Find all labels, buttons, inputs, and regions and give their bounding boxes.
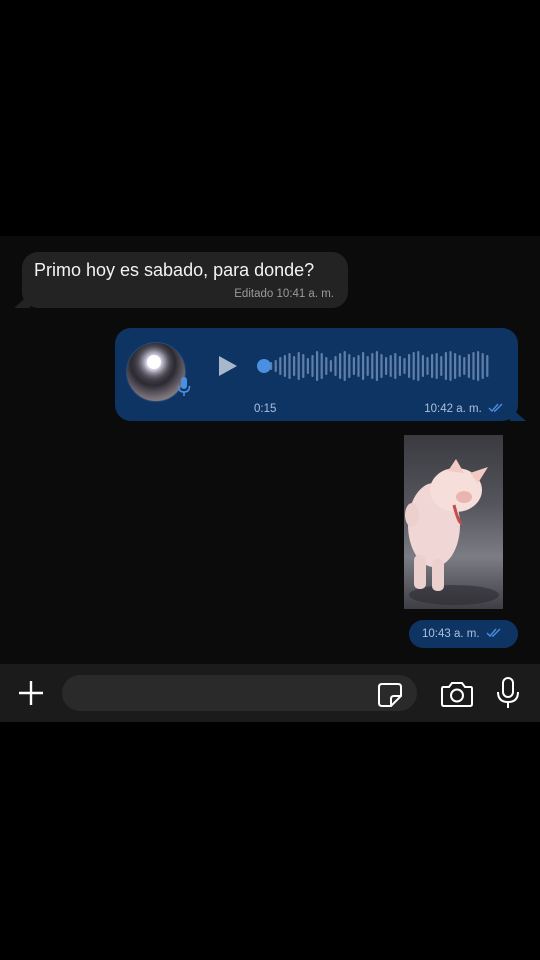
waveform-bar	[293, 356, 296, 376]
pig-image	[405, 459, 499, 605]
waveform-bar	[366, 356, 369, 376]
message-text: Primo hoy es sabado, para donde?	[34, 260, 315, 280]
waveform-bar	[371, 353, 374, 379]
message-meta: Editado 10:41 a. m.	[234, 288, 334, 300]
waveform-bar	[348, 354, 351, 378]
waveform-bar	[467, 354, 470, 378]
bubble-tail	[14, 294, 30, 308]
waveform-bar	[283, 355, 286, 377]
waveform-bar	[472, 352, 475, 380]
bubble-tail	[510, 407, 526, 421]
waveform-bar	[325, 357, 328, 375]
waveform-bar	[279, 357, 282, 375]
waveform-bar	[297, 352, 300, 380]
waveform-bar	[274, 360, 277, 372]
waveform-bar	[389, 355, 392, 377]
waveform-bar	[320, 353, 323, 379]
plus-icon[interactable]	[16, 678, 46, 708]
waveform-bar	[288, 353, 291, 379]
voice-meta: 10:42 a. m.	[424, 403, 504, 415]
waveform-bar	[380, 354, 383, 378]
waveform-bar	[481, 353, 484, 379]
message-input[interactable]	[62, 675, 417, 711]
avatar-flash	[147, 355, 161, 369]
waveform-bar	[454, 353, 457, 379]
mic-badge-icon	[177, 377, 191, 396]
voice-duration: 0:15	[254, 403, 277, 415]
waveform-bar	[463, 357, 466, 375]
waveform-bar	[311, 355, 314, 377]
waveform-bar	[352, 357, 355, 375]
waveform-bar	[306, 358, 309, 374]
waveform-bar	[431, 354, 434, 378]
waveform-bar	[458, 355, 461, 377]
double-check-icon	[488, 403, 503, 413]
waveform-bar	[362, 352, 365, 380]
waveform-bar	[426, 357, 429, 375]
image-message[interactable]	[404, 435, 503, 609]
waveform-bar	[343, 351, 346, 381]
waveform-bar	[449, 351, 452, 381]
waveform-bar	[421, 355, 424, 377]
waveform-bar	[440, 356, 443, 376]
waveform-bar	[412, 352, 415, 380]
waveform-bar	[394, 353, 397, 379]
playhead-knob[interactable]	[257, 359, 271, 373]
waveform-bar	[444, 352, 447, 380]
waveform-bar	[477, 351, 480, 381]
waveform-bar	[403, 358, 406, 374]
image-meta: 10:43 a. m.	[409, 620, 518, 648]
voice-time: 10:42 a. m.	[424, 403, 482, 415]
waveform-bar	[339, 353, 342, 379]
waveform-bar	[329, 360, 332, 372]
chat-area: Primo hoy es sabado, para donde? Editado…	[0, 236, 540, 664]
waveform[interactable]	[256, 348, 499, 384]
waveform-bar	[385, 357, 388, 375]
image-time: 10:43 a. m.	[422, 628, 480, 640]
waveform-bar	[316, 351, 319, 381]
input-bar	[0, 664, 540, 722]
waveform-bar	[357, 355, 360, 377]
waveform-bar	[486, 355, 489, 377]
waveform-bar	[435, 353, 438, 379]
waveform-bar	[408, 354, 411, 378]
waveform-bar	[302, 354, 305, 378]
play-icon[interactable]	[217, 354, 239, 378]
waveform-bar	[417, 351, 420, 381]
incoming-message[interactable]: Primo hoy es sabado, para donde? Editado…	[14, 252, 348, 308]
double-check-icon	[486, 628, 501, 638]
camera-icon[interactable]	[440, 680, 474, 708]
waveform-bar	[334, 356, 337, 376]
microphone-icon[interactable]	[496, 676, 520, 710]
waveform-bar	[375, 351, 378, 381]
waveform-bar	[398, 356, 401, 376]
voice-message[interactable]: 0:15 10:42 a. m.	[115, 328, 526, 421]
sticker-icon[interactable]	[377, 682, 403, 708]
